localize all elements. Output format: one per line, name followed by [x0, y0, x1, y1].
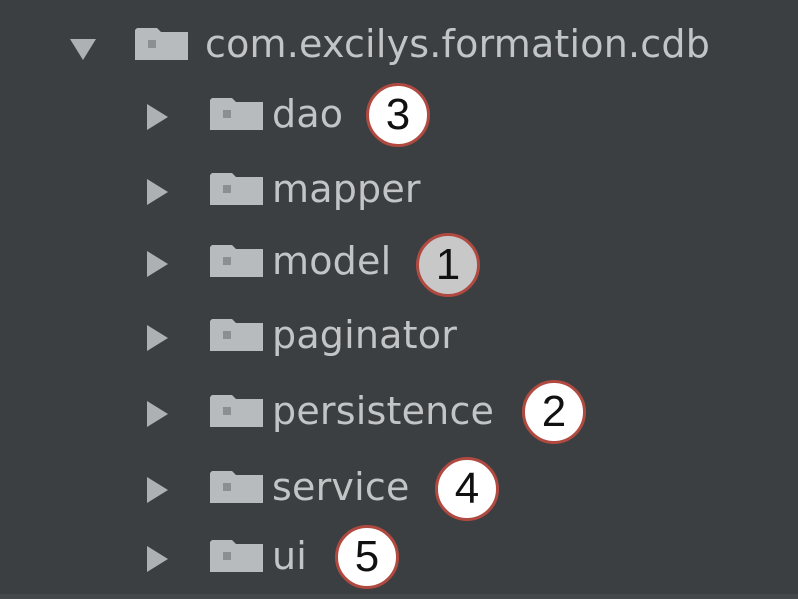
annotation-badge: 3: [366, 83, 430, 147]
tree-node-ui[interactable]: ui 5: [0, 522, 798, 592]
annotation-badge: 2: [522, 380, 586, 444]
expand-arrow-right-icon[interactable]: [147, 401, 168, 427]
tree-node-service[interactable]: service 4: [0, 453, 798, 523]
tree-node-dao[interactable]: dao 3: [0, 80, 798, 150]
expand-arrow-right-icon[interactable]: [147, 104, 168, 130]
annotation-badge: 4: [435, 457, 499, 521]
expand-arrow-right-icon[interactable]: [147, 546, 168, 572]
tree-node-root[interactable]: com.excilys.formation.cdb: [0, 10, 798, 80]
tree-node-label: mapper: [272, 167, 421, 211]
tree-node-label: service: [272, 465, 410, 509]
tree-node-persistence[interactable]: persistence 2: [0, 377, 798, 447]
folder-icon: [210, 98, 263, 130]
panel-bottom-border: [0, 594, 798, 599]
folder-icon: [210, 319, 263, 351]
expand-arrow-right-icon[interactable]: [147, 325, 168, 351]
expand-arrow-right-icon[interactable]: [147, 179, 168, 205]
project-tree: com.excilys.formation.cdb dao 3 mapper m…: [0, 0, 798, 599]
annotation-badge: 5: [335, 525, 399, 589]
expand-arrow-down-icon[interactable]: [70, 39, 96, 60]
tree-node-model[interactable]: model 1: [0, 227, 798, 297]
folder-icon: [210, 245, 263, 277]
folder-icon: [210, 471, 263, 503]
expand-arrow-right-icon[interactable]: [147, 251, 168, 277]
expand-arrow-right-icon[interactable]: [147, 477, 168, 503]
tree-node-label: model: [272, 239, 392, 283]
tree-node-mapper[interactable]: mapper: [0, 155, 798, 225]
tree-node-label: ui: [272, 534, 308, 578]
annotation-badge: 1: [416, 233, 480, 297]
folder-icon: [210, 395, 263, 427]
tree-node-paginator[interactable]: paginator: [0, 301, 798, 371]
folder-icon: [135, 28, 188, 60]
tree-node-label: dao: [272, 92, 344, 136]
tree-node-label: persistence: [272, 389, 495, 433]
folder-icon: [210, 540, 263, 572]
tree-node-label: com.excilys.formation.cdb: [205, 22, 711, 66]
folder-icon: [210, 173, 263, 205]
tree-node-label: paginator: [272, 313, 458, 357]
